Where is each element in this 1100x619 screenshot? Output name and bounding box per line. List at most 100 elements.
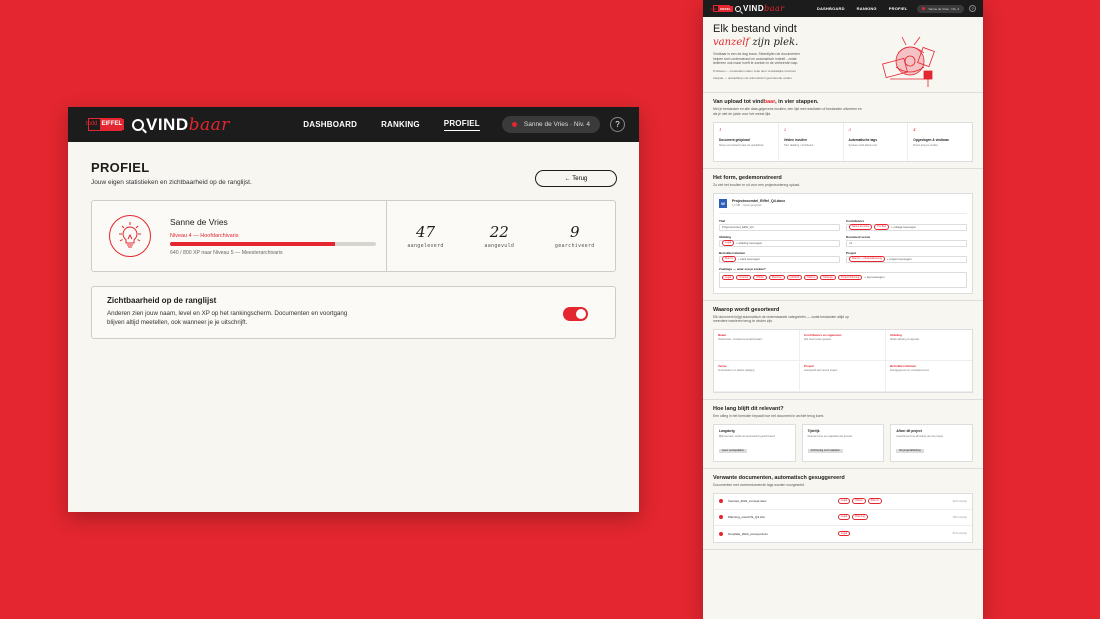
steps-list: 1 Document geüpload Sleep een bestand naar… [713,122,973,162]
doc-dot-icon [719,499,723,503]
ttl-option-title: Langdurig [719,429,735,433]
file-meta: 1,2 MB · zojuist geüpload [732,204,762,207]
nav-profiel[interactable]: PROFIEL [443,119,480,131]
nav-ranking[interactable]: RANKING [381,120,420,129]
tag-chip[interactable]: Q4/2024 [786,274,803,280]
nav-profiel[interactable]: PROFIEL [889,6,908,11]
doc-dot-icon [719,531,723,536]
top-nav: todd EIFFEL VIND baar DASHBOARD RANKING PR… [68,107,639,142]
stat-aangevuld: 22 aangevuld [484,223,514,249]
ttl-option-card[interactable]: Langdurig Blijft relevant; wordt niet aut… [713,424,796,462]
related-row[interactable]: Voorstel_2023_concept.docx Legal Offerte Kl… [714,494,972,510]
ttl-option-card[interactable]: Afloer dit project Gearchiveerd na afrond… [890,424,974,462]
field-input[interactable]: Projectvoorstel_Eiffel_Q4 [719,223,840,231]
logo-text-a: todd [85,121,98,127]
user-pill[interactable]: Sanne de Vries · Niv. 4 [917,4,964,13]
sort-cell-title: Contributors en eigenaren [804,332,842,337]
profile-level: Niveau 4 — Hoofdarchivaris [170,232,239,239]
nav-dashboard[interactable]: DASHBOARD [303,120,357,129]
field-input[interactable]: Klant A + klant toevoegen [719,255,840,263]
lightbulb-icon [119,222,141,248]
sort-cell-title: Naam [718,332,727,337]
ttl-option-desc: Gearchiveerd na afronding van het projec… [896,435,944,438]
nav-links: DASHBOARD RANKING PROFIEL Sanne de Vries… [279,116,625,133]
nav-links: DASHBOARD RANKING PROFIEL Sanne de Vries… [805,4,976,13]
steps-title: Van upload tot vindbaar, in vier stappen… [713,99,973,105]
sort-cell: Project Gekoppeld aan lopend project [800,360,886,392]
tag-chip[interactable]: Voorstel [736,274,752,280]
field-label: Document versie [846,234,871,239]
field-chip[interactable]: Klant A — Herpositionering [849,256,885,262]
step-item: 4 Opgeslagen & vindbaar Direct terug te vi… [908,123,972,161]
field-label: Afdeling [719,234,731,239]
field-chip[interactable]: Tim Bos [874,224,890,230]
step-desc: Direct terug te vinden [913,144,938,147]
ttl-option-desc: Relevant voor een afgebakende periode [807,435,853,438]
sort-section: Waarop wordt gesorteerd Elk document kri… [703,301,983,400]
form-field: Contributors Sanne de Vries Tim Bos + colle… [846,219,967,231]
field-input[interactable]: Sanne de Vries Tim Bos + collega toevoegen [846,223,967,231]
field-chip[interactable]: Klant A [722,256,736,262]
logo[interactable]: todd EIFFEL VIND baar [85,115,230,135]
stats-card: Sanne de Vries Niveau 4 — Hoofdarchivari… [91,200,616,272]
sort-cell: Naam Herkenbare, consistente bestandsnaam [714,329,800,361]
visibility-toggle[interactable] [563,307,588,321]
ttl-option-tag: Archivering na 6 maanden [807,449,843,454]
nav-dashboard[interactable]: DASHBOARD [817,6,845,11]
stat-gearchiveerd: 9 gearchiveerd [555,223,595,249]
field-chip[interactable]: Sanne de Vries [849,224,873,230]
nav-ranking[interactable]: RANKING [857,6,877,11]
ttl-cards: Langdurig Blijft relevant; wordt niet aut… [713,424,974,462]
tag-chip[interactable]: Offerte [753,274,767,280]
sort-cell-title: Versie [718,363,727,368]
sort-subtitle: Elk document krijgt automatisch de onder… [713,314,849,324]
tag-chip[interactable]: Planning [768,274,785,280]
tags-input[interactable]: Legal Voorstel Offerte Planning Q4/2024 Klant… [719,271,967,288]
step-number: 1 [719,127,722,132]
step-number: 4 [913,127,916,132]
step-item: 1 Document geüpload Sleep een bestand naar… [714,123,779,161]
back-button[interactable]: ← Terug [535,170,617,187]
related-tags: Legal Planning [838,514,938,520]
tag-chip[interactable]: Project Planning [838,274,863,280]
ttl-option-tag: Na projectafsluiting [896,449,924,454]
tag-chip[interactable]: Klant A [804,274,819,280]
field-chip[interactable]: Legal [722,240,735,246]
sort-cell: Versie Versiebeheer en laatste wijziging [714,360,800,392]
help-button[interactable]: ? [610,117,625,132]
field-input[interactable]: v3 [846,239,967,247]
field-value: + klant toevoegen [737,257,761,261]
eiffel-logo-mark: todd EIFFEL [710,5,733,12]
tag-chip[interactable]: Strategie [820,274,837,280]
sort-cell: Betrokken klanten Klantgegevens en contac… [886,361,972,392]
step-title: Opgeslagen & vindbaar [913,138,949,142]
step-title: Document geüpload [719,138,750,142]
form-title: Het form, gedemonstreerd [713,175,782,181]
visibility-text: Anderen zien jouw naam, level en XP op h… [107,310,348,326]
magnifier-icon [735,5,741,12]
status-dot-icon [922,7,926,10]
xp-progress-fill [170,241,335,246]
tag-chip[interactable]: Legal [722,274,735,280]
profile-summary: Sanne de Vries Niveau 4 — Hoofdarchivari… [92,201,387,271]
steps-section: Van upload tot vindbaar, in vier stappen… [703,93,983,169]
related-tag: Offerte [852,498,866,504]
related-row[interactable]: Template_2024_concept.docx Legal 61% overl… [714,526,972,542]
user-pill[interactable]: Sanne de Vries · Niv. 4 [501,116,600,133]
related-name: Template_2024_concept.docx [728,531,768,536]
user-pill-label: Sanne de Vries · Niv. 4 [928,6,959,11]
file-line: W Projectvoorstel_Eiffel_Q4.docx 1,2 MB … [719,198,967,214]
step-number: 3 [848,127,852,132]
related-row[interactable]: Planning_overzicht_Q3.xlsx Legal Planning 7… [714,510,972,526]
field-value: v3 [849,241,852,245]
related-tag: Legal [838,498,851,504]
ttl-option-card[interactable]: Tijdelijk Relevant voor een afgebakende p… [801,424,885,462]
logo[interactable]: todd EIFFEL VIND baar [710,4,785,13]
tag-chip[interactable]: + tag toevoegen [864,275,884,279]
field-input[interactable]: Legal + afdeling toevoegen [719,239,840,247]
field-input[interactable]: Klant A — Herpositionering + project toev… [846,255,967,263]
help-button[interactable]: ? [969,5,976,12]
related-title: Verwante documenten, automatisch gesugge… [713,475,845,481]
field-label: Betrokken klanten [719,250,746,255]
field-value: + collega toevoegen [891,225,917,229]
